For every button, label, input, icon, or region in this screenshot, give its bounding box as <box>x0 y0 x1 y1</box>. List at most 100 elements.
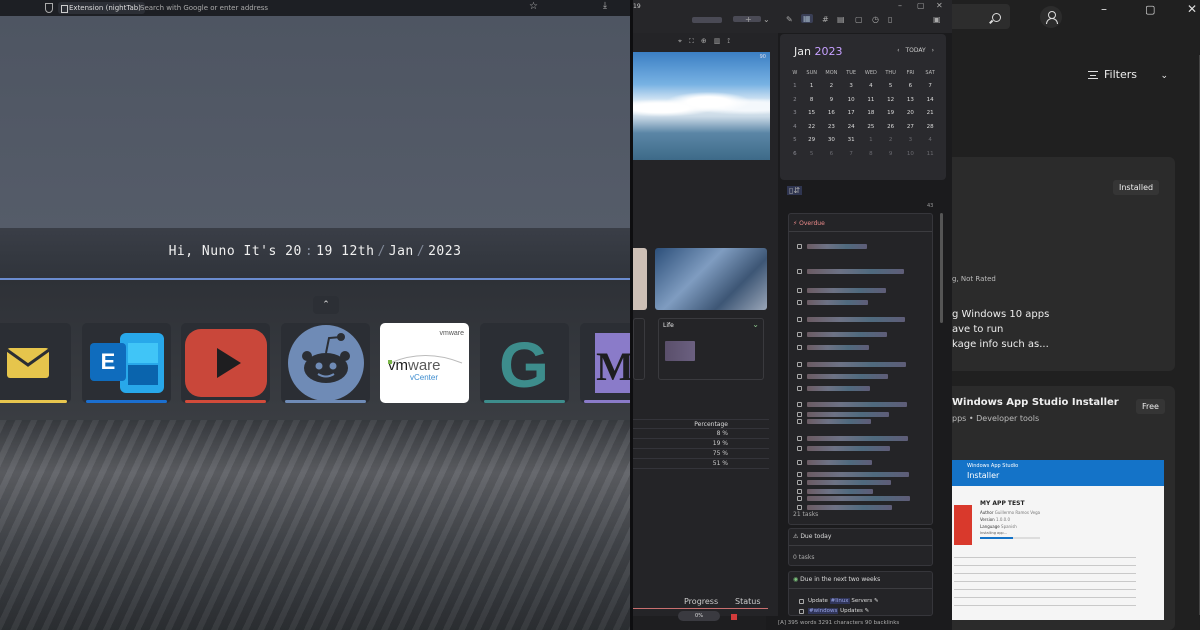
gallery-image[interactable] <box>655 248 767 310</box>
task-checkbox[interactable] <box>797 460 802 465</box>
calendar-icon[interactable]: ▦ <box>801 14 813 23</box>
calendar-week: 4 22 23 24 25 26 27 28 <box>793 123 934 130</box>
overdue-section: ⚡ Overdue 21 tasks <box>788 213 933 525</box>
download-icon[interactable]: ⤓ <box>603 1 607 11</box>
doc-tab-icon[interactable]: ▯⇵ <box>787 186 803 195</box>
note-toolbar-icons[interactable]: ⌖⛶⊕▥⟟ <box>678 37 737 46</box>
chevron-down-icon[interactable]: ⌄ <box>752 320 759 329</box>
doc-icon[interactable]: ▯ <box>888 15 892 24</box>
next-month-icon[interactable]: › <box>932 47 934 54</box>
bookmark-tile-youtube[interactable] <box>181 323 270 403</box>
clock-icon[interactable]: ◷ <box>872 15 879 24</box>
bookmark-star-icon[interactable]: ☆ <box>529 1 538 12</box>
task-item-blurred <box>807 345 869 350</box>
due-today-count: 0 tasks <box>793 554 815 561</box>
gallery-image[interactable] <box>633 248 647 310</box>
minimize-icon[interactable]: – <box>1101 2 1107 16</box>
next-two-weeks-section: ◉ Due in the next two weeks Update #linu… <box>788 571 933 616</box>
task-checkbox[interactable] <box>797 332 802 337</box>
app-title: Windows App Studio Installer <box>952 397 1119 408</box>
plus-icon[interactable]: + <box>745 15 752 24</box>
task-item-blurred <box>807 332 887 337</box>
task-item-blurred <box>807 402 907 407</box>
blurred-tab[interactable] <box>692 17 722 23</box>
svg-text:E: E <box>101 349 116 374</box>
greeting-clock: Hi, Nuno It's 20:19 12th / Jan/2023 <box>168 244 462 259</box>
close-icon[interactable]: ✕ <box>936 1 943 10</box>
g-icon: G <box>499 329 549 401</box>
task-checkbox[interactable] <box>797 472 802 477</box>
hash-icon[interactable]: # <box>822 15 829 24</box>
app-screenshot[interactable]: Windows App Studio Installer MY APP TEST… <box>952 460 1164 620</box>
calendar-weekday-row: W SUN MON TUE WED THU FRI SAT <box>792 69 935 76</box>
calendar-grid: W SUN MON TUE WED THU FRI SAT 11234567 2 8 9 10 11 1… <box>788 66 940 161</box>
task-checkbox[interactable] <box>797 300 802 305</box>
task-checkbox[interactable] <box>797 446 802 451</box>
check-circle-icon: ◉ <box>793 576 799 583</box>
calendar-week: 3 15 16 17 18 19 20 21 <box>793 110 934 117</box>
task-checkbox[interactable] <box>797 362 802 367</box>
task-checkbox[interactable] <box>797 480 802 485</box>
task-checkbox[interactable] <box>797 402 802 407</box>
bookmark-tile-google[interactable]: G <box>480 323 569 403</box>
bookmark-tile-exchange[interactable]: E <box>82 323 171 403</box>
pencil-icon: ✎ <box>864 608 870 614</box>
task-checkbox[interactable] <box>799 599 804 604</box>
bookmark-tile-mail[interactable] <box>0 323 71 403</box>
task-checkbox[interactable] <box>797 489 802 494</box>
task-checkbox[interactable] <box>797 505 802 510</box>
task-item-blurred <box>807 244 867 249</box>
scrollbar[interactable] <box>940 213 943 323</box>
extension-chip[interactable]: Extension (nightTab) <box>58 2 145 14</box>
feather-icon[interactable]: ✎ <box>786 15 793 24</box>
svg-text:G: G <box>499 329 549 401</box>
task-checkbox[interactable] <box>797 412 802 417</box>
app-card-installed[interactable]: Installed g, Not Rated g Windows 10 apps… <box>952 157 1175 371</box>
alert-icon: ⚡ <box>793 220 798 227</box>
card-life-title: Life <box>663 322 674 329</box>
m-icon: M <box>595 333 630 393</box>
task-checkbox[interactable] <box>797 386 802 391</box>
status-header: Status <box>735 597 761 606</box>
address-bar[interactable]: Extension (nightTab) Search with Google … <box>0 0 630 16</box>
filters-button[interactable]: Filters ⌄ <box>1087 68 1168 81</box>
task-checkbox[interactable] <box>797 419 802 424</box>
prev-month-icon[interactable]: ‹ <box>897 47 899 54</box>
maximize-icon[interactable]: ▢ <box>917 1 925 10</box>
calendar-title: Jan 2023 <box>794 45 843 58</box>
task-checkbox[interactable] <box>797 288 802 293</box>
task-checkbox[interactable] <box>797 244 802 249</box>
bookmark-tile-reddit[interactable] <box>281 323 370 403</box>
task-checkbox[interactable] <box>797 496 802 501</box>
clock-hour: 20 <box>285 244 302 259</box>
task-checkbox[interactable] <box>797 269 802 274</box>
address-input[interactable]: Search with Google or enter address <box>140 0 268 16</box>
bookmark-tile-vmware[interactable]: vmware vmware vCenter <box>380 323 469 403</box>
task-checkbox[interactable] <box>797 345 802 350</box>
collapse-header-button[interactable]: ⌃ <box>313 296 339 314</box>
maximize-icon[interactable]: ▢ <box>1145 3 1155 16</box>
task-checkbox[interactable] <box>797 436 802 441</box>
store-search-box[interactable] <box>952 4 1010 29</box>
chevron-down-icon[interactable]: ⌄ <box>763 15 770 24</box>
bookmark-tile-medium[interactable]: M <box>580 323 630 403</box>
task-item-blurred <box>807 436 908 441</box>
card-fragment[interactable] <box>633 318 645 380</box>
file-icon[interactable]: ▢ <box>855 15 863 24</box>
shield-icon[interactable] <box>45 3 53 13</box>
close-icon[interactable]: ✕ <box>1187 2 1197 16</box>
overdue-count: 21 tasks <box>793 511 819 518</box>
task-item-blurred <box>807 412 889 417</box>
search-icon[interactable] <box>992 13 1001 22</box>
calendar-week: 2 8 9 10 11 12 13 14 <box>793 96 934 103</box>
task-checkbox[interactable] <box>797 317 802 322</box>
today-button[interactable]: TODAY <box>905 47 925 54</box>
user-account-icon[interactable] <box>1040 6 1062 28</box>
task-checkbox[interactable] <box>797 374 802 379</box>
task-checkbox[interactable] <box>799 609 804 614</box>
card-life[interactable]: Life ⌄ <box>658 318 764 380</box>
minimize-icon[interactable]: – <box>898 1 902 10</box>
table-icon[interactable]: ▤ <box>837 15 845 24</box>
calendar-week: 11234567 <box>793 83 932 90</box>
sidebar-toggle-icon[interactable]: ▣ <box>933 15 941 24</box>
